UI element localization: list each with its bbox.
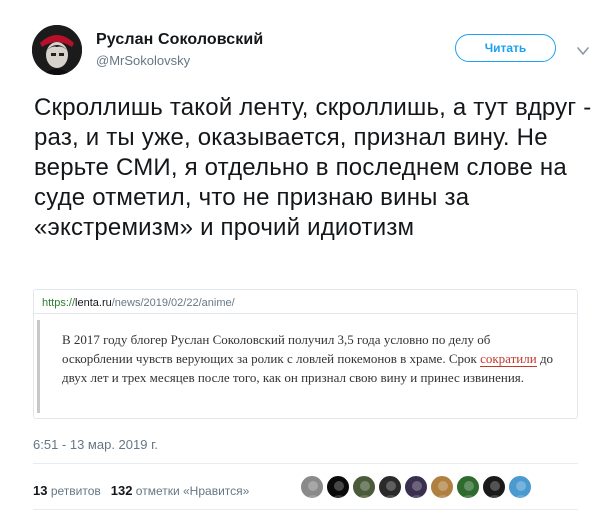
link-preview-card[interactable]: https://lenta.ru/news/2019/02/22/anime/ … [33,289,578,419]
retweets-count: 13 [33,483,48,498]
liker-avatar-5[interactable] [404,475,428,499]
divider-bottom [33,509,578,510]
liker-avatar-4[interactable] [378,475,402,499]
liker-avatar-1[interactable] [300,475,324,499]
engagement-stats: 13 ретвитов 132 отметки «Нравится» [33,483,249,498]
chevron-down-icon[interactable] [576,44,590,58]
liker-avatar-9[interactable] [508,475,532,499]
card-url-scheme: https:// [42,297,76,309]
card-divider [34,313,577,314]
author-avatar-icon [32,25,82,75]
card-excerpt: В 2017 году блогер Руслан Соколовский по… [62,330,562,387]
divider-top [33,463,578,464]
liker-avatar-6[interactable] [430,475,454,499]
tweet-text: Скроллишь такой ленту, скроллишь, а тут … [34,94,592,241]
card-url-path: /news/2019/02/22/anime/ [111,297,235,309]
likes-stat[interactable]: 132 отметки «Нравится» [110,483,250,498]
liker-avatar-8[interactable] [482,475,506,499]
liker-avatar-2[interactable] [326,475,350,499]
author-avatar[interactable] [32,25,82,75]
author-name[interactable]: Руслан Соколовский [96,31,263,49]
card-url[interactable]: https://lenta.ru/news/2019/02/22/anime/ [42,297,235,309]
follow-button[interactable]: Читать [455,34,556,62]
likes-count: 132 [110,483,133,498]
tweet-timestamp[interactable]: 6:51 - 13 мар. 2019 г. [33,437,158,452]
retweets-stat[interactable]: 13 ретвитов [33,483,101,498]
author-handle[interactable]: @MrSokolovsky [96,53,190,68]
card-text-link[interactable]: сократили [480,351,537,367]
card-quote-bar [37,320,40,413]
card-url-host: lenta.ru [75,297,112,309]
card-text-before: В 2017 году блогер Руслан Соколовский по… [62,332,491,366]
liker-avatar-7[interactable] [456,475,480,499]
likes-label: отметки «Нравится» [135,484,250,498]
liker-avatar-3[interactable] [352,475,376,499]
retweets-label: ретвитов [50,484,101,498]
